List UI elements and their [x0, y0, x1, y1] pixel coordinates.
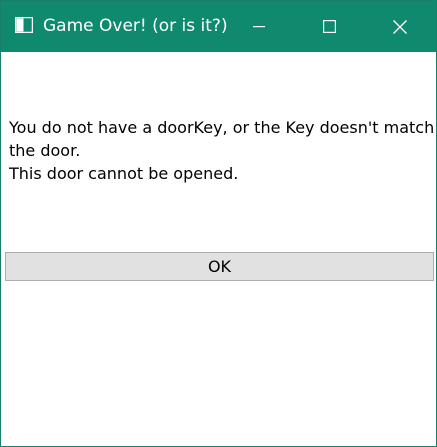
dialog-window: Game Over! (or is it?) You do not have a…	[0, 0, 437, 447]
close-button[interactable]	[364, 1, 436, 52]
window-title: Game Over! (or is it?)	[43, 16, 228, 36]
message-line: the door.	[9, 141, 81, 160]
message-line: You do not have a doorKey, or the Key do…	[9, 118, 435, 137]
dialog-message: You do not have a doorKey, or the Key do…	[9, 116, 434, 185]
close-icon	[393, 19, 407, 34]
app-window-icon	[14, 16, 34, 34]
minimize-button[interactable]	[224, 1, 294, 52]
title-bar[interactable]: Game Over! (or is it?)	[1, 1, 436, 52]
minimize-icon	[253, 25, 265, 28]
ok-button[interactable]: OK	[5, 252, 434, 281]
ok-button-label: OK	[207, 257, 232, 276]
maximize-button[interactable]	[294, 1, 364, 52]
message-line: This door cannot be opened.	[9, 164, 239, 183]
maximize-icon	[322, 20, 336, 33]
